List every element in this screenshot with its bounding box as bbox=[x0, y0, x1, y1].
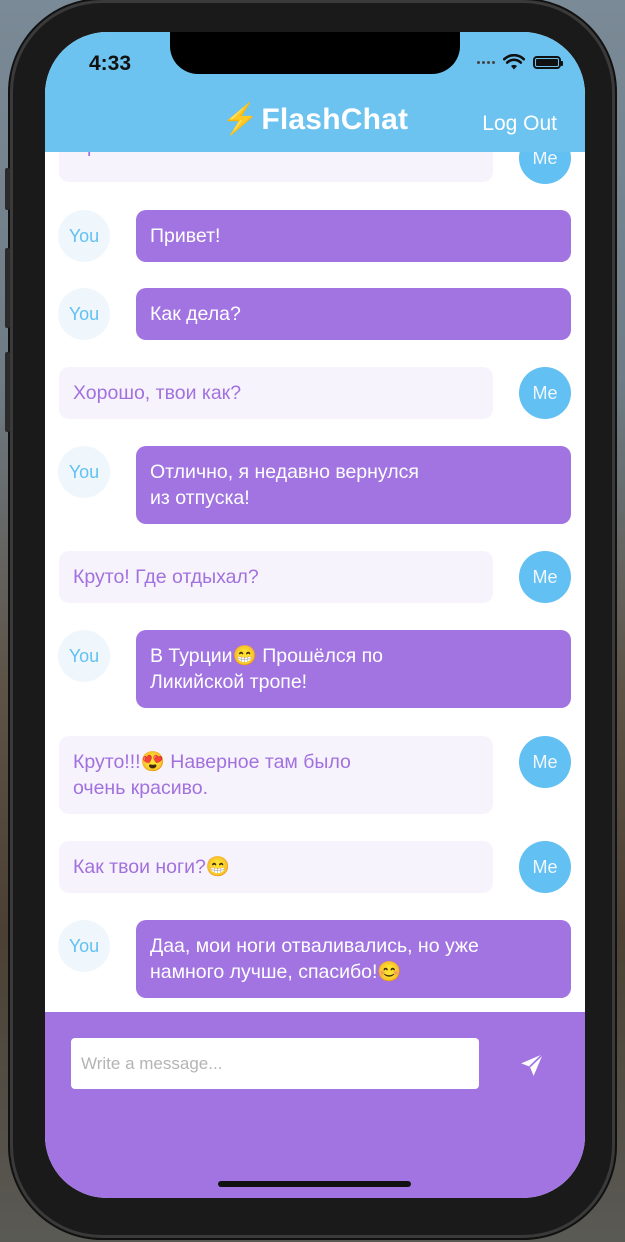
message-bubble-me: Хорошо, твои как? bbox=[59, 367, 493, 419]
avatar-me: Me bbox=[519, 736, 571, 788]
status-icons bbox=[477, 54, 563, 70]
battery-icon bbox=[533, 55, 563, 69]
send-button[interactable] bbox=[515, 1048, 549, 1082]
avatar-you: You bbox=[58, 630, 110, 682]
message-bubble-me: Как твои ноги?😁 bbox=[59, 841, 493, 893]
avatar-me: Me bbox=[519, 841, 571, 893]
message-bubble-you: Отлично, я недавно вернулся из отпуска! bbox=[136, 446, 571, 524]
screen: 4:33 ⚡FlashChat Log Out Привет! Me You П… bbox=[45, 32, 585, 1198]
lightning-icon: ⚡ bbox=[221, 103, 260, 136]
message-bubble-you: Привет! bbox=[136, 210, 571, 262]
message-list[interactable]: Привет! Me You Привет! You Как дела? Хор… bbox=[45, 132, 585, 1012]
notch bbox=[170, 32, 460, 74]
avatar-you: You bbox=[58, 210, 110, 262]
avatar-me: Me bbox=[519, 551, 571, 603]
logout-button[interactable]: Log Out bbox=[482, 112, 557, 136]
message-bubble-you: Как дела? bbox=[136, 288, 571, 340]
avatar-you: You bbox=[58, 920, 110, 972]
message-input[interactable] bbox=[71, 1038, 479, 1089]
home-indicator[interactable] bbox=[218, 1181, 411, 1187]
signal-icon bbox=[477, 60, 495, 64]
status-time: 4:33 bbox=[89, 52, 132, 75]
avatar-you: You bbox=[58, 446, 110, 498]
wifi-icon bbox=[503, 54, 525, 70]
avatar-you: You bbox=[58, 288, 110, 340]
volume-up-button bbox=[5, 248, 10, 328]
mute-switch bbox=[5, 168, 10, 210]
avatar-me: Me bbox=[519, 367, 571, 419]
message-bubble-you: В Турции😁 Прошёлся по Ликийской тропе! bbox=[136, 630, 571, 708]
message-bubble-you: Даа, мои ноги отваливались, но уже намно… bbox=[136, 920, 571, 998]
paper-plane-icon bbox=[521, 1053, 544, 1076]
composer-bar bbox=[45, 1012, 585, 1198]
message-bubble-me: Круто!!!😍 Наверное там было очень красив… bbox=[59, 736, 493, 814]
volume-down-button bbox=[5, 352, 10, 432]
message-bubble-me: Круто! Где отдыхал? bbox=[59, 551, 493, 603]
app-title: FlashChat bbox=[261, 103, 409, 136]
